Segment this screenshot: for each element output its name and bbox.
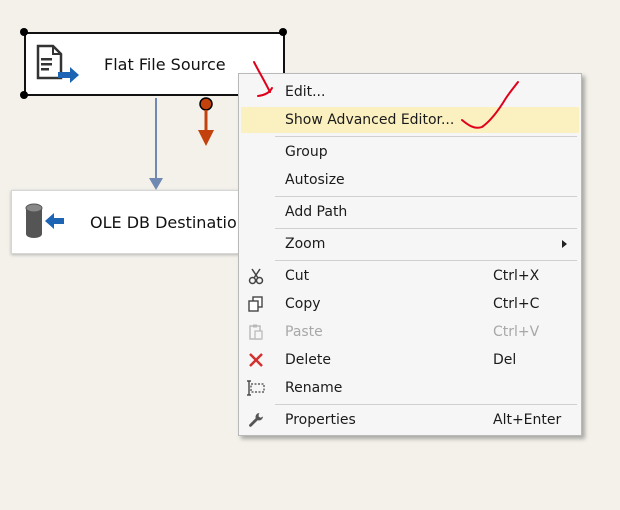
menu-item-group[interactable]: Group — [241, 139, 579, 165]
context-menu: Edit... Show Advanced Editor... Group Au… — [238, 73, 582, 436]
menu-item-copy-label: Copy — [285, 296, 321, 312]
menu-item-properties-shortcut: Alt+Enter — [493, 412, 562, 428]
submenu-arrow-icon — [562, 240, 567, 248]
menu-item-group-label: Group — [285, 144, 328, 160]
menu-item-add-path-label: Add Path — [285, 204, 348, 220]
menu-separator — [275, 404, 577, 405]
paste-icon — [241, 323, 271, 341]
flat-file-source-icon — [26, 36, 88, 92]
menu-item-properties-label: Properties — [285, 412, 356, 428]
copy-icon — [241, 295, 271, 313]
menu-item-cut-label: Cut — [285, 268, 310, 284]
flat-file-source-label: Flat File Source — [104, 54, 226, 74]
scissors-icon — [241, 267, 271, 285]
resize-handle-tl[interactable] — [20, 28, 28, 36]
menu-item-rename[interactable]: Rename — [241, 375, 579, 401]
menu-item-add-path[interactable]: Add Path — [241, 199, 579, 225]
ole-db-destination-icon — [12, 194, 74, 250]
menu-separator — [275, 260, 577, 261]
delete-x-icon — [241, 351, 271, 369]
menu-item-copy[interactable]: Copy Ctrl+C — [241, 291, 579, 317]
menu-item-delete[interactable]: Delete Del — [241, 347, 579, 373]
resize-handle-tr[interactable] — [279, 28, 287, 36]
menu-item-edit[interactable]: Edit... — [241, 79, 579, 105]
menu-item-cut[interactable]: Cut Ctrl+X — [241, 263, 579, 289]
menu-item-properties[interactable]: Properties Alt+Enter — [241, 407, 579, 433]
menu-item-paste: Paste Ctrl+V — [241, 319, 579, 345]
wrench-icon — [241, 411, 271, 429]
menu-item-copy-shortcut: Ctrl+C — [493, 296, 540, 312]
menu-separator — [275, 228, 577, 229]
menu-item-delete-label: Delete — [285, 352, 331, 368]
menu-item-paste-label: Paste — [285, 324, 323, 340]
error-output-path-arrow[interactable] — [198, 97, 214, 146]
ole-db-destination-label: OLE DB Destination — [90, 212, 247, 232]
menu-item-show-advanced-editor[interactable]: Show Advanced Editor... — [241, 107, 579, 133]
data-flow-path-arrow[interactable] — [149, 98, 163, 190]
menu-item-autosize[interactable]: Autosize — [241, 167, 579, 193]
menu-item-rename-label: Rename — [285, 380, 343, 396]
menu-item-zoom[interactable]: Zoom — [241, 231, 579, 257]
menu-item-edit-label: Edit... — [285, 84, 326, 100]
resize-handle-bl[interactable] — [20, 91, 28, 99]
menu-item-show-advanced-editor-label: Show Advanced Editor... — [285, 112, 455, 128]
menu-item-paste-shortcut: Ctrl+V — [493, 324, 540, 340]
menu-item-zoom-label: Zoom — [285, 236, 326, 252]
menu-separator — [275, 196, 577, 197]
ole-db-destination-node[interactable]: OLE DB Destination — [11, 190, 247, 254]
menu-item-delete-shortcut: Del — [493, 352, 517, 368]
menu-item-autosize-label: Autosize — [285, 172, 345, 188]
rename-icon — [241, 379, 271, 397]
menu-item-cut-shortcut: Ctrl+X — [493, 268, 540, 284]
menu-separator — [275, 136, 577, 137]
